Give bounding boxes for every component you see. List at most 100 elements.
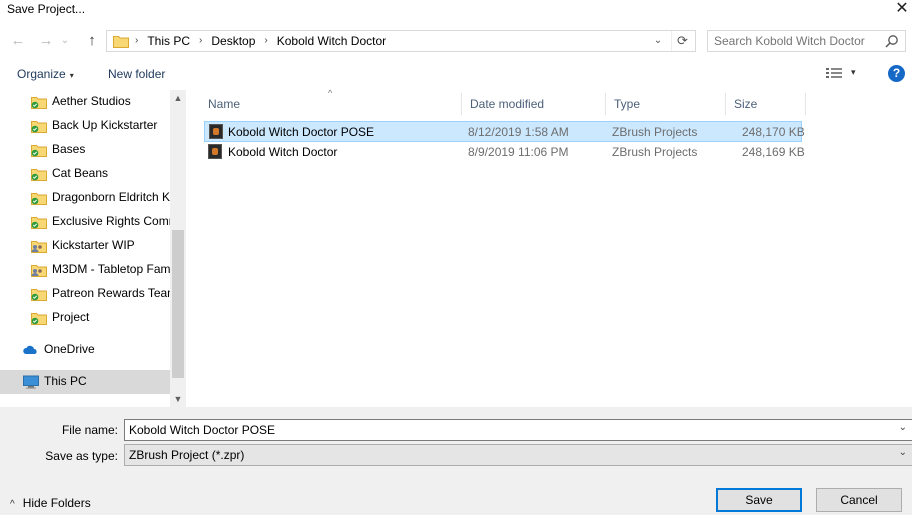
column-header-type[interactable]: Type xyxy=(606,93,726,115)
folder-icon xyxy=(113,36,129,48)
organize-label: Organize xyxy=(17,67,66,81)
save-button[interactable]: Save xyxy=(716,488,802,512)
sidebar-item-label: This PC xyxy=(44,374,87,388)
file-type: ZBrush Projects xyxy=(612,125,698,139)
file-name-value: Kobold Witch Doctor POSE xyxy=(129,423,276,437)
sidebar-item-label: Bases xyxy=(52,142,86,156)
sidebar-item-label: Kickstarter WIP xyxy=(52,238,135,252)
scroll-down-icon[interactable]: ▼ xyxy=(170,391,186,407)
sidebar-item-label: Dragonborn Eldritch K xyxy=(52,190,171,204)
sidebar-item-label: Cat Beans xyxy=(52,166,109,180)
view-options-icon[interactable] xyxy=(826,67,842,79)
refresh-icon[interactable]: ⟳ xyxy=(671,31,693,51)
sidebar-item-project[interactable]: Project xyxy=(0,306,170,330)
save-as-type-select[interactable]: ZBrush Project (*.zpr) ⌄ xyxy=(124,444,912,466)
sidebar-item-label: Exclusive Rights Comr xyxy=(52,214,173,228)
sidebar-item-bases[interactable]: Bases xyxy=(0,138,170,162)
sidebar-item-aether-studios[interactable]: Aether Studios xyxy=(0,90,170,114)
folder-synced-icon xyxy=(31,289,47,301)
chevron-up-icon: ^ xyxy=(10,499,15,510)
dialog-title: Save Project... xyxy=(7,2,86,16)
folder-synced-icon xyxy=(31,169,47,181)
folder-synced-icon xyxy=(31,313,47,325)
sidebar-item-m3dm-tabletop[interactable]: M3DM - Tabletop Fam xyxy=(0,258,170,282)
file-name-label: File name: xyxy=(61,423,118,437)
sidebar-item-dragonborn-eldritch[interactable]: Dragonborn Eldritch K xyxy=(0,186,170,210)
command-bar: Organize ▾ New folder xyxy=(0,62,912,88)
dropdown-arrow-icon: ▾ xyxy=(69,71,74,80)
folder-synced-icon xyxy=(31,193,47,205)
folder-shared-icon xyxy=(31,265,47,277)
computer-icon xyxy=(23,375,39,389)
cloud-icon xyxy=(23,345,37,354)
sidebar-item-label: M3DM - Tabletop Fam xyxy=(52,262,171,276)
hide-folders-label: Hide Folders xyxy=(22,496,91,510)
help-icon[interactable]: ? xyxy=(888,65,905,82)
chevron-down-icon[interactable]: ⌄ xyxy=(649,31,667,51)
column-header-size[interactable]: Size xyxy=(726,93,806,115)
save-options-panel: File name: Kobold Witch Doctor POSE ⌄ Sa… xyxy=(0,407,912,515)
sidebar-item-kickstarter-wip[interactable]: Kickstarter WIP xyxy=(0,234,170,258)
zbrush-file-icon xyxy=(208,144,222,159)
sidebar-item-exclusive-rights[interactable]: Exclusive Rights Comr xyxy=(0,210,173,234)
new-folder-button[interactable]: New folder xyxy=(108,67,165,81)
forward-arrow-icon[interactable]: → xyxy=(35,30,57,52)
sidebar-item-label: Patreon Rewards Team xyxy=(52,286,178,300)
sidebar-item-onedrive[interactable]: OneDrive xyxy=(0,338,170,362)
scroll-up-icon[interactable]: ▲ xyxy=(170,90,186,106)
chevron-right-icon[interactable]: › xyxy=(264,31,267,51)
folder-synced-icon xyxy=(31,97,47,109)
chevron-right-icon[interactable]: › xyxy=(199,31,202,51)
chevron-right-icon: › xyxy=(135,35,139,46)
title-bar: Save Project... ✕ xyxy=(0,0,912,20)
file-date: 8/9/2019 11:06 PM xyxy=(468,145,569,159)
sidebar-item-label: Project xyxy=(52,310,90,324)
save-as-type-value: ZBrush Project (*.zpr) xyxy=(129,448,245,462)
breadcrumb-this-pc[interactable]: This PC xyxy=(147,31,190,51)
sidebar-scrollbar[interactable]: ▲ ▼ xyxy=(170,90,186,407)
scrollbar-thumb[interactable] xyxy=(172,230,184,378)
save-project-dialog: Save Project... ✕ ← → ⌄ ↑ › This PC › De… xyxy=(0,0,912,515)
file-size: 248,170 KB xyxy=(742,125,805,139)
file-name: Kobold Witch Doctor xyxy=(228,145,338,159)
sidebar-item-patreon-rewards[interactable]: Patreon Rewards Team xyxy=(0,282,177,306)
search-box[interactable] xyxy=(707,30,906,52)
up-arrow-icon[interactable]: ↑ xyxy=(81,30,103,52)
sidebar-item-label: OneDrive xyxy=(44,342,95,356)
chevron-down-icon[interactable]: ⌄ xyxy=(899,422,907,433)
file-size: 248,169 KB xyxy=(742,145,805,159)
sidebar-item-cat-beans[interactable]: Cat Beans xyxy=(0,162,170,186)
hide-folders-button[interactable]: ^ Hide Folders xyxy=(10,496,91,510)
chevron-down-icon[interactable]: ⌄ xyxy=(899,447,907,458)
column-header-name[interactable]: Name xyxy=(200,93,462,115)
view-dropdown-icon[interactable]: ▾ xyxy=(851,67,856,78)
file-type: ZBrush Projects xyxy=(612,145,698,159)
breadcrumb-current-folder[interactable]: Kobold Witch Doctor xyxy=(277,31,386,51)
close-icon[interactable]: ✕ xyxy=(892,0,912,20)
file-date: 8/12/2019 1:58 AM xyxy=(468,125,569,139)
navigation-pane: Aether Studios Back Up Kickstarter Bases… xyxy=(0,90,186,407)
sidebar-item-back-up-kickstarter[interactable]: Back Up Kickstarter xyxy=(0,114,170,138)
breadcrumb-desktop[interactable]: Desktop xyxy=(211,31,255,51)
cancel-button[interactable]: Cancel xyxy=(816,488,902,512)
file-name-field[interactable]: Kobold Witch Doctor POSE ⌄ xyxy=(124,419,912,441)
file-row[interactable]: Kobold Witch Doctor POSE 8/12/2019 1:58 … xyxy=(204,121,805,142)
folder-synced-icon xyxy=(31,145,47,157)
address-bar[interactable]: › This PC › Desktop › Kobold Witch Docto… xyxy=(106,30,696,52)
file-name: Kobold Witch Doctor POSE xyxy=(228,125,375,139)
sidebar-item-this-pc[interactable]: This PC xyxy=(0,370,170,394)
recent-locations-icon[interactable]: ⌄ xyxy=(58,30,72,52)
folder-synced-icon xyxy=(31,217,47,229)
file-list: ^ Name Date modified Type Size Kobold Wi… xyxy=(188,88,912,407)
folder-shared-icon xyxy=(31,241,47,253)
column-header-date-modified[interactable]: Date modified xyxy=(462,93,606,115)
search-icon[interactable] xyxy=(885,34,899,48)
organize-menu[interactable]: Organize ▾ xyxy=(17,67,74,81)
back-arrow-icon[interactable]: ← xyxy=(7,30,29,52)
breadcrumb: › This PC › Desktop › Kobold Witch Docto… xyxy=(135,31,386,51)
save-as-type-label: Save as type: xyxy=(45,449,118,463)
sidebar-item-label: Aether Studios xyxy=(52,94,131,108)
search-input[interactable] xyxy=(714,31,879,51)
sidebar-item-label: Back Up Kickstarter xyxy=(52,118,158,132)
file-row[interactable]: Kobold Witch Doctor 8/9/2019 11:06 PM ZB… xyxy=(204,142,805,163)
